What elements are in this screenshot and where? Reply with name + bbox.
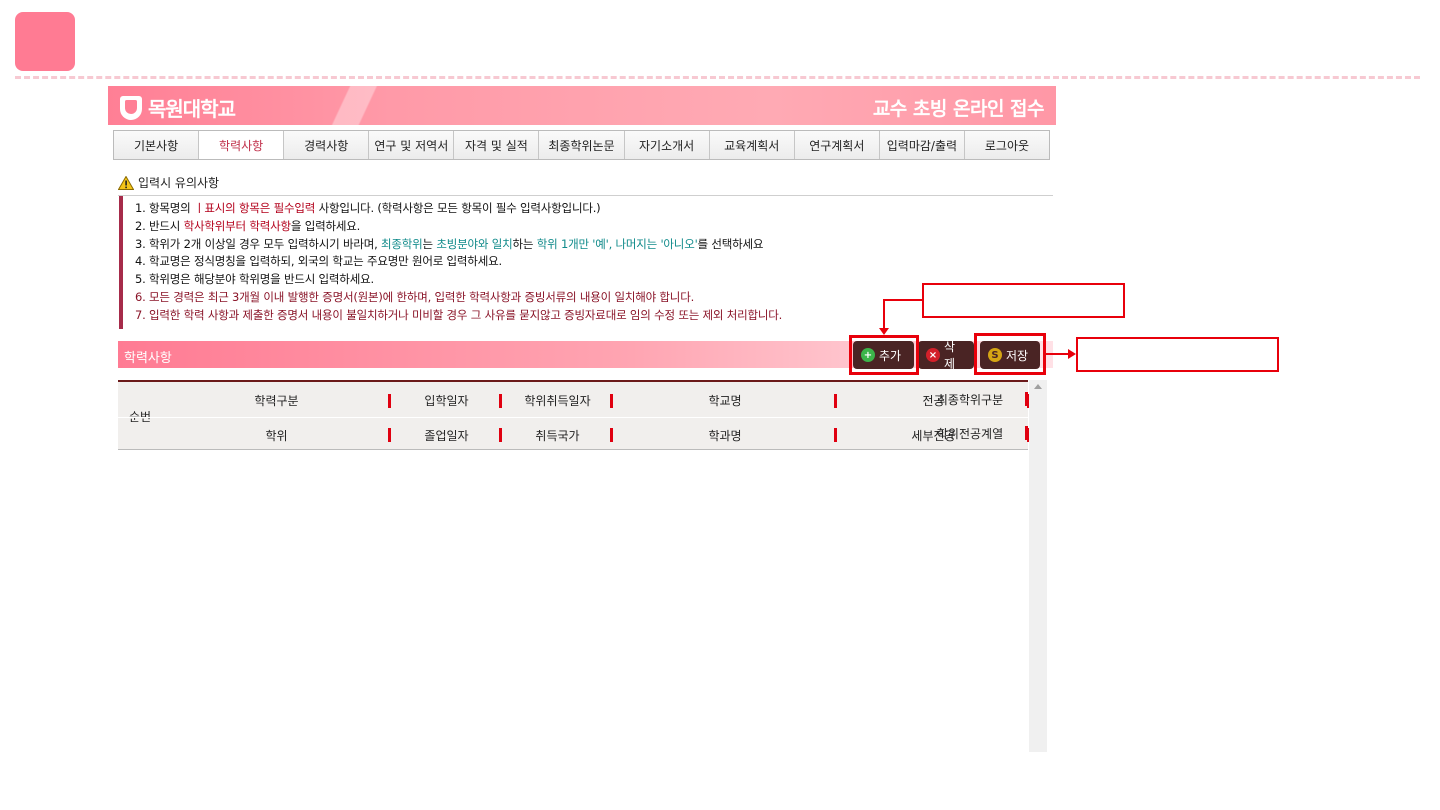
notice-line-2: 2. 반드시 학사학위부터 학력사항을 입력하세요. (135, 218, 361, 233)
corner-tab (15, 12, 75, 71)
vertical-scrollbar[interactable] (1029, 380, 1047, 752)
column-header[interactable]: 취득국가 (502, 418, 613, 452)
tab-basic-info[interactable]: 기본사항 (114, 131, 200, 159)
tab-education[interactable]: 학력사항 (199, 131, 285, 159)
tab-research-plan[interactable]: 연구계획서 (795, 131, 880, 159)
notice-line-4: 4. 학교명은 정식명칭을 입력하되, 외국의 학교는 주요명만 원어로 입력하… (135, 254, 502, 269)
delete-button-label: 삭제 (943, 340, 956, 371)
tab-self-introduction[interactable]: 자기소개서 (625, 131, 710, 159)
delete-button[interactable]: × 삭제 (918, 340, 974, 371)
notice-line-1: 1. 항목명의 ㅣ표시의 항목은 필수입력 사항입니다. (학력사항은 모든 항… (135, 201, 601, 215)
tab-thesis[interactable]: 최종학위논문 (539, 131, 625, 159)
education-grid-header: 순번 학력구분 입학일자 학위취득일자 학교명 전공 학위 졸업일자 취득국가 … (118, 380, 1030, 452)
arrow-right-icon (1068, 349, 1076, 359)
tab-submit-print[interactable]: 입력마감/출력 (880, 131, 965, 159)
column-header[interactable]: 졸업일자 (391, 418, 502, 452)
notice-box: 1. 항목명의 ㅣ표시의 항목은 필수입력 사항입니다. (학력사항은 모든 항… (119, 196, 1053, 329)
section-title: 학력사항 (124, 351, 172, 366)
notice-line-5: 5. 학위명은 해당분야 학위명을 반드시 입력하세요. (135, 272, 374, 287)
save-button-highlight (974, 333, 1046, 375)
connector-line (883, 299, 885, 329)
tab-teaching-plan[interactable]: 교육계획서 (710, 131, 795, 159)
column-header[interactable]: 학위전공계열 (912, 416, 1028, 450)
notice-line-6: 6. 모든 경력은 최근 3개월 이내 발행한 증명서(원본)에 한하며, 입력… (135, 289, 695, 304)
notice-line-7: 7. 입력한 학력 사항과 제출한 증명서 내용이 불일치하거나 미비할 경우 … (135, 307, 783, 322)
column-header[interactable]: 입학일자 (391, 384, 502, 418)
notice-line-3: 3. 학위가 2개 이상일 경우 모두 입력하시기 바라며, 최종학위는 초빙분… (135, 236, 764, 251)
tab-logout[interactable]: 로그아웃 (965, 131, 1049, 159)
required-marker (1025, 426, 1028, 440)
add-button-highlight (849, 335, 919, 375)
grid-header-row-1: 학력구분 입학일자 학위취득일자 학교명 전공 (118, 384, 1030, 418)
grid-header-row-2: 학위 졸업일자 취득국가 학과명 세부전공 (118, 418, 1030, 452)
connector-line (1046, 353, 1068, 355)
callout-box-add (922, 283, 1125, 318)
dashed-divider (15, 76, 1420, 79)
tab-career[interactable]: 경력사항 (284, 131, 370, 159)
column-header[interactable]: 최종학위구분 (912, 382, 1028, 416)
tab-qualifications[interactable]: 자격 및 실적 (454, 131, 540, 159)
warning-icon (118, 175, 134, 190)
banner-title: 교수 초빙 온라인 접수 (872, 98, 1045, 120)
column-header[interactable]: 학과명 (613, 418, 837, 452)
scroll-up-arrow-icon[interactable] (1034, 384, 1042, 389)
header-banner: 목원대학교 교수 초빙 온라인 접수 (108, 86, 1056, 125)
callout-box-save (1076, 337, 1279, 372)
required-marker (1025, 392, 1028, 406)
connector-line (883, 299, 923, 301)
notice-title: 입력시 유의사항 (138, 176, 220, 190)
tab-research-publications[interactable]: 연구 및 저역서 (369, 131, 455, 159)
main-nav: 기본사항 학력사항 경력사항 연구 및 저역서 자격 및 실적 최종학위논문 자… (113, 130, 1050, 160)
university-logo[interactable]: 목원대학교 (120, 93, 236, 122)
column-header[interactable]: 학교명 (613, 384, 837, 418)
column-header[interactable]: 학위취득일자 (502, 384, 613, 418)
notice-heading: 입력시 유의사항 (118, 174, 1053, 196)
university-emblem-icon (120, 95, 142, 120)
university-name: 목원대학교 (148, 97, 236, 121)
column-header[interactable]: 학력구분 (162, 384, 391, 418)
column-header[interactable]: 학위 (162, 418, 391, 452)
arrow-down-icon (879, 328, 889, 335)
banner-stripe (278, 86, 438, 125)
close-icon: × (926, 348, 940, 362)
